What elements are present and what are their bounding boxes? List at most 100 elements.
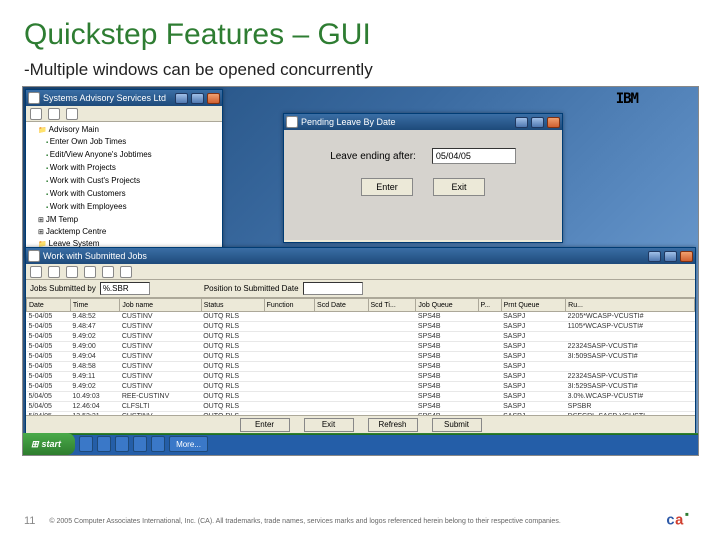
submitted-jobs-window[interactable]: Work with Submitted Jobs Jobs Submitted … [25,247,696,434]
table-row[interactable]: 5-04/059.49:02CUSTINVOUTQ RLSSPS4BSASPJ3… [27,382,695,392]
table-cell: 3.0%.WCASP-VCUSTI# [566,392,695,402]
taskbar-item[interactable] [79,436,93,452]
column-header[interactable]: Function [264,299,314,312]
table-row[interactable]: 5-04/059.49:00CUSTINVOUTQ RLSSPS4BSASPJ2… [27,342,695,352]
titlebar[interactable]: Work with Submitted Jobs [26,248,695,264]
table-cell: 9.48:52 [70,312,119,322]
table-cell: 5-04/05 [27,372,71,382]
table-cell [368,382,416,392]
column-header[interactable]: Scd Ti... [368,299,416,312]
desktop-bg: IBM Systems Advisory Services Ltd [22,86,699,456]
table-cell: SPS4B [416,332,478,342]
start-button[interactable]: ⊞ start [23,433,75,455]
tree-folder[interactable]: JM Temp [28,214,220,226]
table-cell: 3I:509SASP-VCUSTI# [566,352,695,362]
leave-date-input[interactable] [432,148,516,164]
submit-button[interactable]: Submit [432,418,482,432]
taskbar-item[interactable]: More... [169,436,208,452]
table-row[interactable]: 5-04/059.48:58CUSTINVOUTQ RLSSPS4BSASPJ [27,362,695,372]
tree-item[interactable]: Work with Customers [28,188,220,201]
close-button[interactable] [547,117,560,128]
taskbar-item[interactable] [151,436,165,452]
column-header[interactable]: Status [201,299,264,312]
column-header[interactable]: Job name [120,299,201,312]
tree-item[interactable]: Work with Projects [28,162,220,175]
tool-icon[interactable] [84,266,96,278]
window-title: Pending Leave By Date [301,117,396,127]
exit-button[interactable]: Exit [433,178,485,196]
filter-date-input[interactable] [303,282,363,295]
column-header[interactable]: Prnt Queue [501,299,566,312]
column-header[interactable]: Ru... [566,299,695,312]
table-cell: SASPJ [501,392,566,402]
taskbar-item[interactable] [115,436,129,452]
table-row[interactable]: 5-04/059.49:02CUSTINVOUTQ RLSSPS4BSASPJ [27,332,695,342]
table-cell: CUSTINV [120,382,201,392]
table-cell: SPS4B [416,402,478,412]
enter-button[interactable]: Enter [240,418,290,432]
table-row[interactable]: 5-04/059.48:47CUSTINVOUTQ RLSSPS4BSASPJ1… [27,322,695,332]
close-button[interactable] [680,251,693,262]
tree-item[interactable]: Enter Own Job Times [28,136,220,149]
column-header[interactable]: Job Queue [416,299,478,312]
column-header[interactable]: P... [478,299,501,312]
taskbar-item[interactable] [133,436,147,452]
maximize-button[interactable] [664,251,677,262]
close-button[interactable] [207,93,220,104]
table-cell [264,312,314,322]
tree-item[interactable]: Work with Employees [28,201,220,214]
tree-item[interactable]: Work with Cust's Projects [28,175,220,188]
minimize-button[interactable] [515,117,528,128]
page-number: 11 [24,515,35,527]
tree-item[interactable]: Edit/View Anyone's Jobtimes [28,149,220,162]
table-row[interactable]: 5-04/059.49:04CUSTINVOUTQ RLSSPS4BSASPJ3… [27,352,695,362]
maximize-button[interactable] [531,117,544,128]
tool-icon[interactable] [120,266,132,278]
slide-title: Quickstep Features – GUI [24,18,696,52]
table-cell: OUTQ RLS [201,372,264,382]
table-row[interactable]: 5-04/059.49:11CUSTINVOUTQ RLSSPS4BSASPJ2… [27,372,695,382]
refresh-button[interactable]: Refresh [368,418,418,432]
titlebar[interactable]: Pending Leave By Date [284,114,562,130]
table-cell: SPS4B [416,382,478,392]
table-row[interactable]: 5-04/059.48:52CUSTINVOUTQ RLSSPS4BSASPJ2… [27,312,695,322]
nav-tree-window[interactable]: Systems Advisory Services Ltd Advisory M… [25,89,223,259]
table-row[interactable]: 5/04/0510.49:03REE-CUSTINVOUTQ RLSSPS4BS… [27,392,695,402]
tool-icon[interactable] [102,266,114,278]
tool-icon[interactable] [66,108,78,120]
table-cell: OUTQ RLS [201,362,264,372]
table-cell [315,382,368,392]
tree-folder[interactable]: Advisory Main [28,124,220,136]
taskbar-item[interactable] [97,436,111,452]
tree-folder[interactable]: Jacktemp Centre [28,226,220,238]
filter-user-input[interactable] [100,282,150,295]
enter-button[interactable]: Enter [361,178,413,196]
table-cell: OUTQ RLS [201,382,264,392]
table-cell [368,392,416,402]
jobs-table[interactable]: DateTimeJob nameStatusFunctionScd DateSc… [26,298,695,415]
copyright-text: © 2005 Computer Associates International… [49,518,560,525]
column-header[interactable]: Scd Date [315,299,368,312]
minimize-button[interactable] [648,251,661,262]
exit-button[interactable]: Exit [304,418,354,432]
table-cell: SASPJ [501,342,566,352]
titlebar[interactable]: Systems Advisory Services Ltd [26,90,222,106]
column-header[interactable]: Time [70,299,119,312]
minimize-button[interactable] [175,93,188,104]
taskbar[interactable]: ⊞ start More... [23,433,698,455]
table-cell: CUSTINV [120,372,201,382]
maximize-button[interactable] [191,93,204,104]
tool-icon[interactable] [48,266,60,278]
tool-icon[interactable] [66,266,78,278]
table-row[interactable]: 5/04/0512.46:04CLFSLTIOUTQ RLSSPS4BSASPJ… [27,402,695,412]
table-cell: CUSTINV [120,362,201,372]
table-cell [478,402,501,412]
tree-body[interactable]: Advisory Main Enter Own Job TimesEdit/Vi… [26,122,222,258]
tool-icon[interactable] [48,108,60,120]
filter-pos-label: Position to Submitted Date [204,284,299,293]
tool-icon[interactable] [30,108,42,120]
table-cell: 9.49:02 [70,332,119,342]
column-header[interactable]: Date [27,299,71,312]
pending-leave-dialog[interactable]: Pending Leave By Date Leave ending after… [283,113,563,243]
tool-icon[interactable] [30,266,42,278]
